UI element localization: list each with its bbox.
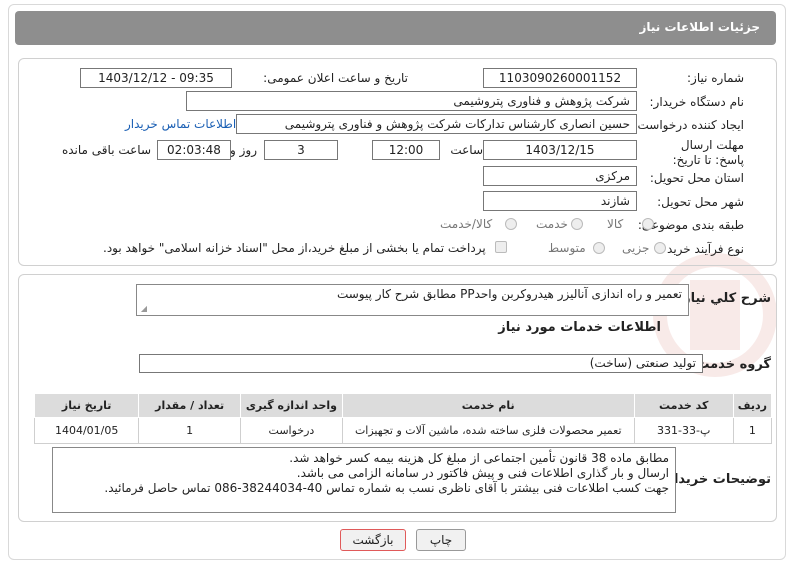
buyer-note-line: ارسال و بار گذاری اطلاعات فنی و پیش فاکت…	[296, 466, 669, 480]
category-service-radio[interactable]	[571, 218, 583, 230]
category-service-label: خدمت	[536, 217, 568, 231]
buyer-contact-link[interactable]: اطلاعات تماس خریدار	[125, 117, 236, 131]
city-label: شهر محل تحویل:	[657, 195, 744, 209]
cell-quantity: 1	[138, 417, 241, 444]
col-header-need-date: تاریخ نیاز	[33, 393, 140, 418]
deadline-date-field: 1403/12/15	[483, 140, 637, 160]
col-header-service-name: نام خدمت	[341, 393, 635, 418]
col-header-service-code: کد خدمت	[633, 393, 734, 418]
buyer-note-line: مطابق ماده 38 قانون تأمین اجتماعی از مبل…	[289, 451, 669, 465]
summary-textarea[interactable]: تعمیر و راه اندازی آنالیزر هیدروکربن واح…	[136, 284, 689, 316]
buyer-notes-box: مطابق ماده 38 قانون تأمین اجتماعی از مبل…	[52, 447, 676, 513]
buyer-org-field: شرکت پژوهش و فناوری پتروشیمی	[186, 91, 637, 111]
requester-label: ایجاد کننده درخواست:	[633, 118, 744, 132]
cell-service-code: پ-33-331	[633, 417, 734, 444]
deadline-label: مهلت ارسال پاسخ: تا تاریخ:	[672, 138, 744, 167]
buyer-note-line: جهت کسب اطلاعات فنی بیشتر با آقای ناظری …	[104, 481, 669, 495]
buyer-notes-label: توضیحات خریدار:	[661, 472, 771, 487]
process-medium-label: متوسط	[548, 241, 586, 255]
deadline-time-label: ساعت	[450, 143, 483, 157]
col-header-row-number: ردیف	[732, 393, 773, 418]
print-button[interactable]: چاپ	[416, 529, 466, 551]
days-label: روز و	[230, 143, 257, 157]
service-group-label: گروه خدمت:	[691, 357, 771, 372]
col-header-quantity: تعداد / مقدار	[138, 393, 241, 418]
service-group-field: تولید صنعتی (ساخت)	[139, 354, 703, 373]
resize-grip-icon[interactable]: ◢	[139, 305, 147, 313]
summary-label: شرح كلي نياز:	[677, 291, 771, 306]
col-header-unit: واحد اندازه گیری	[239, 393, 343, 418]
process-minor-label: جزیی	[622, 241, 650, 255]
announce-datetime-field: 1403/12/12 - 09:35	[80, 68, 232, 88]
services-section-title: اطلاعات خدمات مورد نیاز	[498, 320, 661, 335]
city-field: شازند	[483, 191, 637, 211]
deadline-time-field: 12:00	[372, 140, 440, 160]
process-medium-radio[interactable]	[593, 242, 605, 254]
process-type-label: نوع فرآیند خرید :	[659, 242, 744, 256]
category-goods-service-radio[interactable]	[505, 218, 517, 230]
announce-datetime-label: تاریخ و ساعت اعلان عمومی:	[263, 71, 408, 85]
requester-field: حسین انصاری کارشناس تدارکات شرکت پژوهش و…	[236, 114, 637, 134]
back-button[interactable]: بازگشت	[340, 529, 406, 551]
process-minor-radio[interactable]	[654, 242, 666, 254]
need-number-label: شماره نیاز:	[687, 71, 744, 85]
category-goods-service-label: کالا/خدمت	[440, 217, 493, 231]
category-goods-radio[interactable]	[642, 218, 654, 230]
province-label: استان محل تحویل:	[649, 171, 744, 185]
cell-need-date: 1404/01/05	[33, 417, 140, 444]
page-header: جزئیات اطلاعات نیاز	[15, 11, 776, 45]
need-number-field: 1103090260001152	[483, 68, 637, 88]
table-header-row: ردیف کد خدمت نام خدمت واحد اندازه گیری ت…	[33, 393, 773, 418]
remaining-time-field: 02:03:48	[157, 140, 231, 160]
services-table: ردیف کد خدمت نام خدمت واحد اندازه گیری ت…	[33, 393, 773, 444]
cell-unit: درخواست	[239, 417, 343, 444]
summary-text: تعمیر و راه اندازی آنالیزر هیدروکربن واح…	[336, 287, 682, 301]
cell-row-number: 1	[732, 417, 773, 444]
province-field: مرکزی	[483, 166, 637, 186]
remaining-days-field: 3	[264, 140, 338, 160]
remaining-time-label: ساعت باقی مانده	[61, 143, 151, 157]
buyer-org-label: نام دستگاه خریدار:	[649, 95, 745, 109]
treasury-payment-note: پرداخت تمام یا بخشی از مبلغ خرید،از محل …	[103, 241, 486, 255]
category-goods-label: کالا	[607, 217, 624, 231]
table-row: 1 پ-33-331 تعمیر محصولات فلزی ساخته شده،…	[33, 417, 773, 444]
page-title: جزئیات اطلاعات نیاز	[639, 20, 760, 34]
treasury-payment-checkbox[interactable]	[495, 241, 507, 253]
cell-service-name: تعمیر محصولات فلزی ساخته شده، ماشین آلات…	[341, 417, 635, 444]
